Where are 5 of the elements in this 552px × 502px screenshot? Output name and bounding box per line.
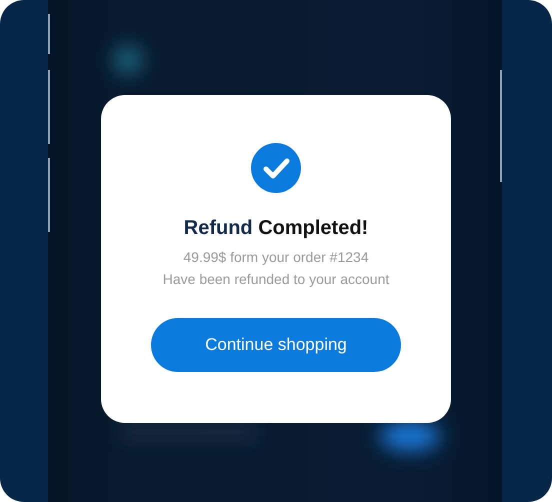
continue-shopping-button[interactable]: Continue shopping bbox=[151, 318, 401, 372]
message-text: Have been refunded to your account bbox=[162, 270, 390, 289]
dialog-title: Refund Completed! bbox=[184, 216, 368, 241]
checkmark-icon bbox=[251, 143, 301, 193]
message-text: 49.99$ form your order #1234 bbox=[183, 248, 369, 267]
